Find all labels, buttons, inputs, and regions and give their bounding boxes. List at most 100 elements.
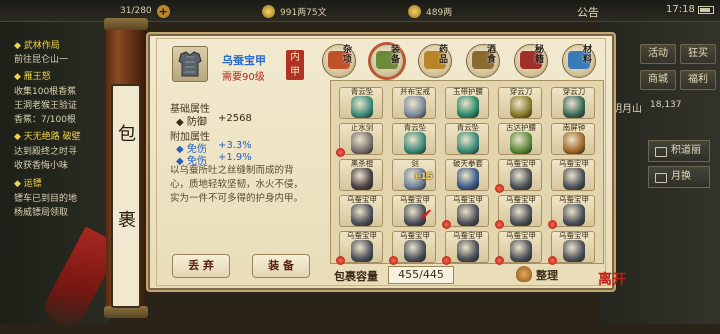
quest-title[interactable]: ◆ 天无绝路 破壁 (14, 129, 81, 142)
quest-title[interactable]: ◆ 运镖 (14, 176, 42, 189)
item-icon (457, 96, 479, 118)
category-tab-1[interactable]: 杂项 (322, 44, 356, 78)
category-label: 装备 (391, 45, 401, 65)
category-tab-4[interactable]: 酒食 (466, 44, 500, 78)
inventory-slot[interactable]: 青云坠 (445, 123, 489, 155)
item-icon (563, 96, 585, 118)
energy-value: 31/280 (120, 6, 152, 16)
item-icon (510, 204, 532, 226)
coin-icon (262, 4, 275, 18)
category-tab-2[interactable]: 装备 (370, 44, 404, 78)
close-seal-button[interactable]: 离开 (598, 272, 628, 308)
quest-detail: 镖车已到目的地 (14, 194, 78, 204)
capacity-value: 455/445 (388, 266, 454, 284)
item-icon (510, 132, 532, 154)
welfare-button[interactable]: 福利 (680, 70, 716, 90)
map-coordinates: 18,137 (650, 100, 682, 110)
inventory-slot[interactable]: 乌蚕宝甲 (495, 231, 542, 265)
item-icon (351, 168, 373, 190)
inventory-slot[interactable]: 剑 +15 (392, 159, 436, 191)
item-icon (457, 240, 479, 262)
slot-badge-top: 内 (290, 52, 300, 63)
item-icon (563, 168, 585, 190)
inventory-slot[interactable]: 穿云刀 (498, 87, 542, 119)
clock: 17:18 (666, 4, 695, 15)
side-tab-2[interactable]: 月换 (648, 166, 710, 188)
category-tab-6[interactable]: 材料 (562, 44, 596, 78)
discard-button[interactable]: 丢 弃 (172, 254, 230, 278)
item-icon (351, 204, 373, 226)
category-label: 酒食 (487, 45, 497, 65)
inventory-slot[interactable]: 青云坠 (339, 87, 383, 119)
extra-stat-1-value: +3.3% (218, 140, 252, 151)
inventory-slot[interactable]: 乌蚕宝甲 (495, 195, 542, 229)
inventory-slot[interactable]: 穿云刀 (551, 87, 595, 119)
item-name: 乌蚕宝甲 (222, 54, 266, 67)
add-energy-button[interactable]: + (156, 4, 170, 18)
inventory-slot[interactable]: 破天拳套 (445, 159, 489, 191)
category-label: 杂项 (343, 45, 353, 65)
inventory-slot[interactable]: 玉带护腰 (445, 87, 489, 119)
inventory-slot[interactable]: 乌蚕宝甲 ✔ (392, 195, 436, 227)
side-tab-1[interactable]: 积道丽 (648, 140, 710, 162)
inventory-slot[interactable]: 乌蚕宝甲 (442, 195, 489, 229)
inventory-slot[interactable]: 青云坠 (392, 123, 436, 155)
inventory-slot[interactable]: 黑杀棍 (339, 159, 383, 191)
item-icon (351, 240, 373, 262)
activity-button[interactable]: 活动 (640, 44, 676, 64)
item-icon (351, 132, 373, 154)
item-icon (510, 240, 532, 262)
inventory-slot[interactable]: 乌蚕宝甲 (336, 231, 383, 265)
inventory-slot[interactable]: 乌蚕宝甲 (548, 231, 595, 265)
new-item-dot (442, 220, 451, 229)
sort-label: 整理 (536, 269, 558, 282)
new-item-dot (336, 148, 345, 157)
item-icon (563, 132, 585, 154)
inventory-slot[interactable]: 乌蚕宝甲 (548, 195, 595, 229)
category-label: 药品 (439, 45, 449, 65)
item-icon (404, 96, 426, 118)
category-tab-5[interactable]: 秘籍 (514, 44, 548, 78)
equip-button[interactable]: 装 备 (252, 254, 310, 278)
item-icon (457, 132, 479, 154)
gold-value: 489两 (426, 7, 453, 18)
bag-icon (516, 266, 532, 282)
quest-title[interactable]: ◆ 武林作局 (14, 38, 60, 51)
new-item-dot (336, 256, 345, 265)
inventory-slot[interactable]: 止水剑 (336, 123, 383, 157)
item-detail-panel: 乌蚕宝甲 需要90级 内 甲 基础属性 ◆ 防御 +2568 附加属性 ◆ 免伤… (166, 40, 316, 280)
quest-title[interactable]: ◆ 雁王怒 (14, 69, 51, 82)
item-icon (457, 204, 479, 226)
mall-button[interactable]: 商城 (640, 70, 676, 90)
announce-button[interactable]: 公告 (577, 4, 599, 20)
category-label: 秘籍 (535, 45, 545, 65)
map-name: 明月山 (612, 104, 642, 115)
quest-detail: 王洞老猴王验证 (14, 101, 78, 111)
battery-icon (698, 6, 714, 14)
inventory-slot[interactable]: 古达护腰 (498, 123, 542, 155)
resource-gold: 489两 (408, 3, 452, 19)
inventory-slot[interactable]: 乌蚕宝甲 (495, 159, 542, 193)
inventory-grid: 青云坠 并布宝戒 玉带护腰 穿云刀 穿云刀 止水剑 青云坠 青云坠 古达护腰 南屏钟 黑杀棍剑 +15… (330, 80, 604, 265)
capacity-label: 包裹容量 (334, 270, 378, 283)
base-stat-value: +2568 (218, 113, 252, 124)
inventory-slot[interactable]: 并布宝戒 (392, 87, 436, 119)
item-requirement: 需要90级 (222, 72, 265, 83)
inventory-slot[interactable]: 乌蚕宝甲 (551, 159, 595, 191)
inventory-slot[interactable]: 乌蚕宝甲 (389, 231, 436, 265)
money-value: 991两75文 (280, 7, 327, 18)
category-tab-3[interactable]: 药品 (418, 44, 452, 78)
inventory-slot[interactable]: 南屏钟 (551, 123, 595, 155)
slot-badge: 内 甲 (286, 50, 304, 80)
inventory-slot[interactable]: 乌蚕宝甲 (339, 195, 383, 227)
quest-detail: 收集100根香蕉 (14, 87, 77, 97)
title-char-2: 裹 (118, 210, 136, 231)
item-icon (404, 132, 426, 154)
category-label: 材料 (583, 45, 593, 65)
inventory-slot[interactable]: 乌蚕宝甲 (442, 231, 489, 265)
new-item-dot (389, 256, 398, 265)
item-icon (351, 96, 373, 118)
armor-icon (178, 51, 202, 77)
sort-button[interactable]: 整理 (514, 264, 570, 286)
shop-rush-button[interactable]: 狂买 (680, 44, 716, 64)
